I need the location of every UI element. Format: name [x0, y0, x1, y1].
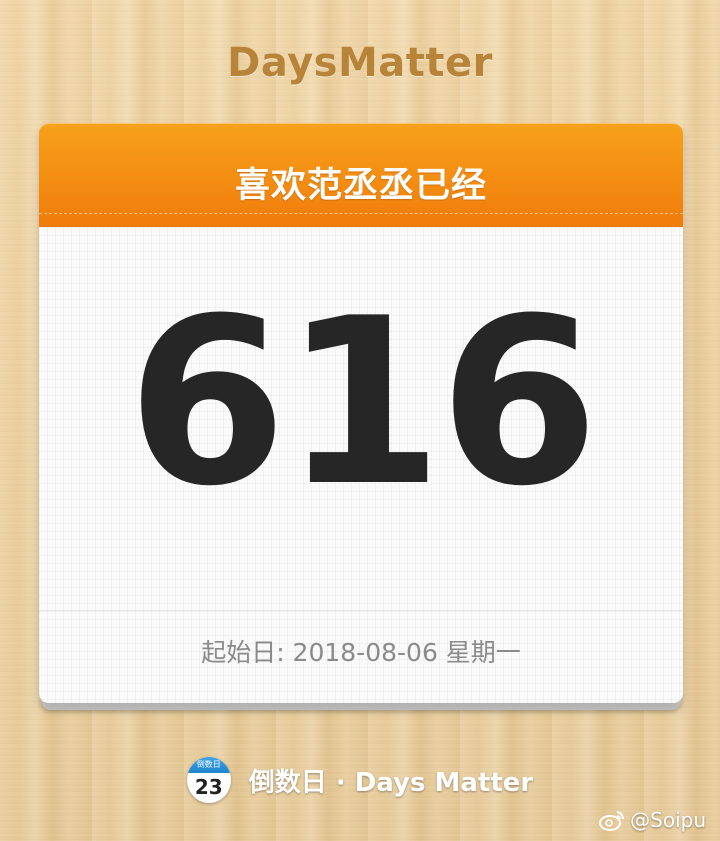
card-divider: [39, 610, 683, 611]
start-date: 起始日: 2018-08-06 星期一: [201, 638, 521, 667]
event-card[interactable]: 喜欢范丞丞已经 616 起始日: 2018-08-06 星期一: [39, 123, 683, 703]
event-title: 喜欢范丞丞已经: [234, 166, 487, 206]
weibo-icon: [598, 809, 626, 831]
watermark: @Soipu: [598, 808, 706, 832]
calendar-icon-header: 倒数日: [186, 757, 231, 773]
card-header: 喜欢范丞丞已经: [39, 123, 683, 227]
footer-branding: 倒数日 23 倒数日 · Days Matter: [0, 755, 720, 805]
footer-label: 倒数日 · Days Matter: [248, 767, 534, 798]
watermark-text: @Soipu: [630, 808, 706, 832]
card-body: 616 起始日: 2018-08-06 星期一: [39, 227, 683, 703]
calendar-icon-day: 23: [194, 775, 223, 799]
header-stitch-divider: [39, 213, 683, 214]
day-count: 616: [126, 270, 599, 537]
app-title: DaysMatter: [227, 40, 493, 86]
calendar-app-icon: 倒数日 23: [186, 757, 231, 803]
